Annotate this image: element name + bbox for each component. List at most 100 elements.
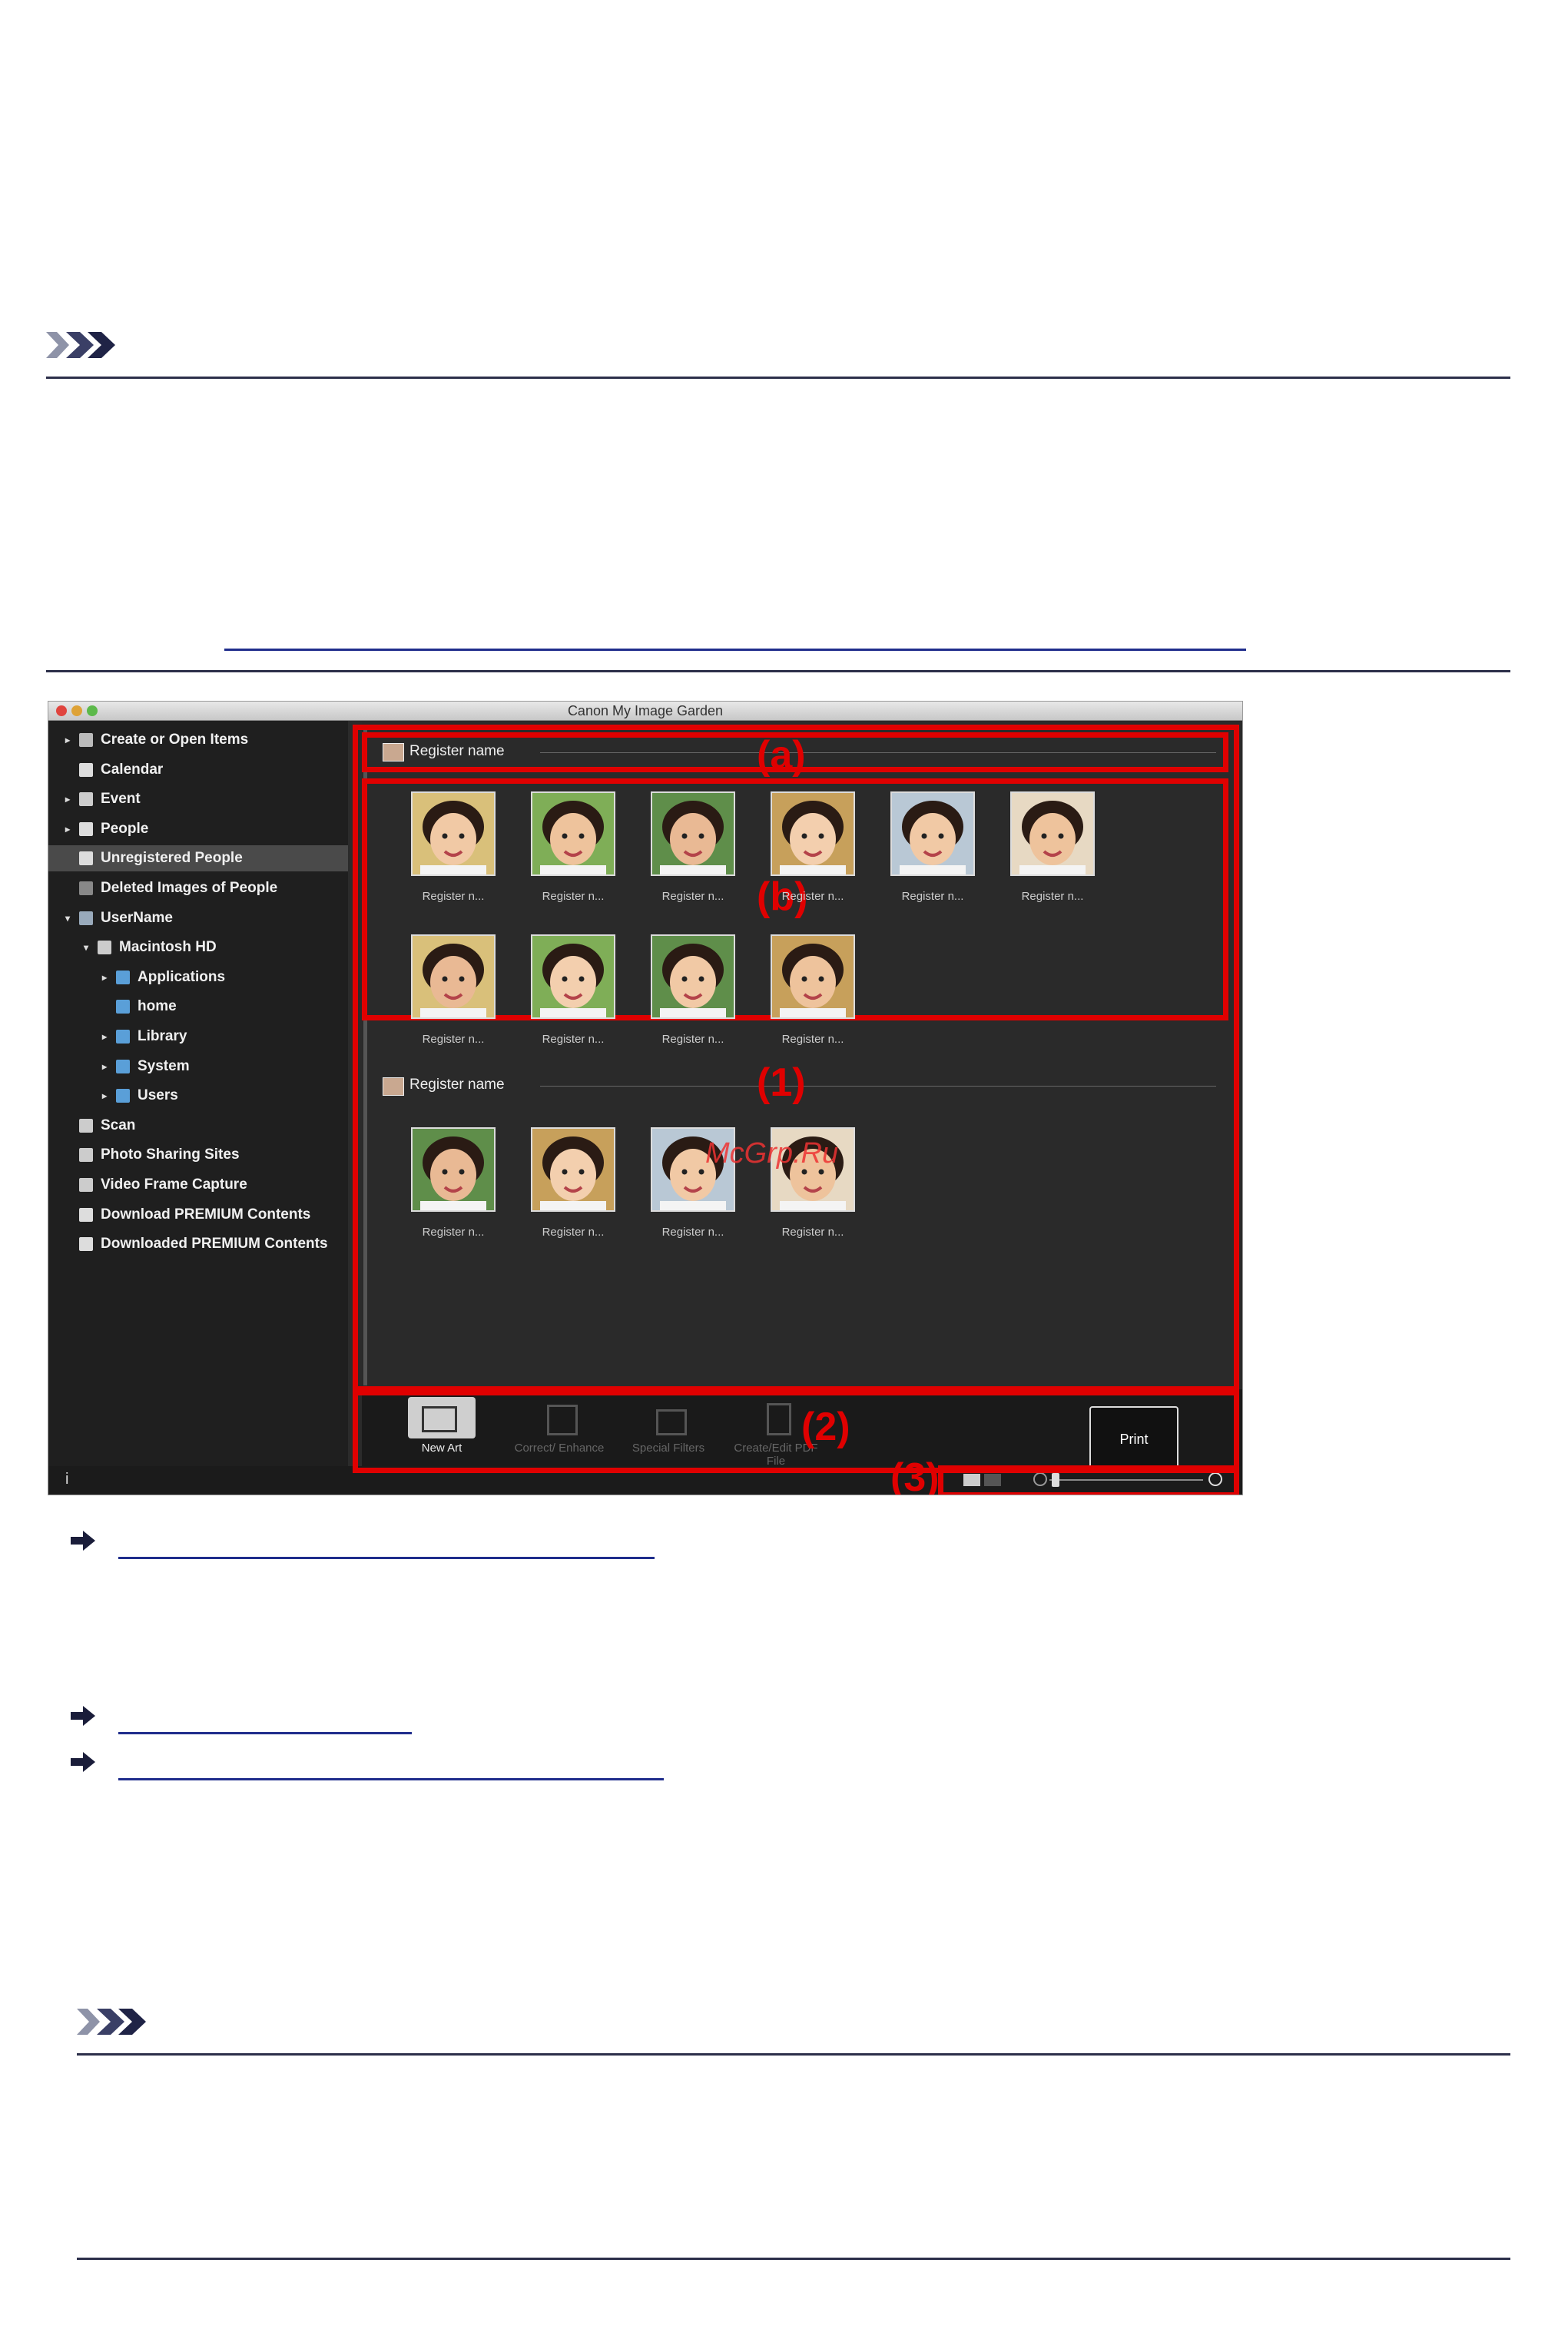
register-name-field[interactable]: Register n... — [883, 890, 983, 903]
register-name-field[interactable]: Register n... — [523, 1226, 623, 1239]
face-thumbnail[interactable] — [531, 791, 615, 876]
sidebar-item[interactable]: Photo Sharing Sites — [48, 1142, 348, 1168]
sidebar-item[interactable]: Scan — [48, 1113, 348, 1139]
sidebar-item[interactable]: Video Frame Capture — [48, 1172, 348, 1198]
expander-icon[interactable]: ▸ — [62, 727, 73, 753]
scan-icon — [79, 1118, 93, 1133]
callout-label-1: (1) — [757, 1060, 806, 1105]
register-name-field[interactable]: Register n... — [763, 890, 863, 903]
expander-icon[interactable]: ▸ — [99, 1083, 110, 1109]
folder-icon — [116, 970, 130, 984]
info-icon[interactable]: i — [65, 1471, 68, 1488]
expander-icon[interactable]: ▸ — [99, 964, 110, 990]
face-thumbnail[interactable] — [651, 934, 735, 1019]
sidebar-item[interactable]: Download PREMIUM Contents — [48, 1202, 348, 1228]
face-thumbnail[interactable] — [651, 791, 735, 876]
face-photo — [652, 936, 734, 1017]
sidebar-item-label: System — [138, 1057, 190, 1074]
sidebar-item[interactable]: ▸ Applications — [48, 964, 348, 990]
unregistered-people-icon — [79, 851, 93, 866]
face-thumbnail[interactable] — [890, 791, 975, 876]
computer-icon — [79, 911, 93, 925]
expander-icon[interactable]: ▸ — [99, 1054, 110, 1080]
register-name-field[interactable]: Register n... — [403, 890, 503, 903]
face-photo — [772, 936, 854, 1017]
sidebar-item[interactable]: ▸ System — [48, 1054, 348, 1080]
sidebar-item-label: Scan — [101, 1117, 136, 1133]
note-icon — [77, 2009, 146, 2035]
face-thumbnail[interactable] — [1010, 791, 1095, 876]
sidebar-item[interactable]: ▸ Create or Open Items — [48, 727, 348, 753]
note-link-underline[interactable] — [224, 649, 1246, 651]
download-icon — [79, 1207, 93, 1222]
register-name-field[interactable]: Register n... — [523, 1033, 623, 1046]
expander-icon[interactable]: ▸ — [62, 786, 73, 812]
event-icon — [79, 792, 93, 807]
link-underline-3[interactable] — [118, 1778, 664, 1780]
callout-box-3 — [938, 1465, 1239, 1495]
register-name-field[interactable]: Register n... — [523, 890, 623, 903]
sidebar-item[interactable]: Downloaded PREMIUM Contents — [48, 1231, 348, 1257]
sidebar-item-label: Downloaded PREMIUM Contents — [101, 1236, 328, 1253]
register-name-field[interactable]: Register n... — [763, 1226, 863, 1239]
expander-icon[interactable]: ▸ — [62, 816, 73, 842]
register-name-field[interactable]: Register n... — [643, 1226, 743, 1239]
create-icon — [79, 733, 93, 747]
register-name-field[interactable]: Register n... — [643, 1033, 743, 1046]
sidebar-item-label: home — [138, 998, 177, 1015]
home-icon — [116, 1000, 130, 1014]
right-arrow-icon — [71, 1752, 95, 1772]
face-photo — [532, 1129, 614, 1210]
note-bottom-rule — [46, 670, 1510, 672]
sidebar-item[interactable]: home — [48, 994, 348, 1020]
register-name-field[interactable]: Register n... — [403, 1033, 503, 1046]
note-top-rule — [46, 377, 1510, 379]
sidebar-item[interactable]: Calendar — [48, 757, 348, 783]
sidebar-item-label: Deleted Images of People — [101, 880, 278, 896]
register-name-field[interactable]: Register n... — [403, 1226, 503, 1239]
people-icon — [79, 821, 93, 836]
face-thumbnail[interactable] — [531, 934, 615, 1019]
face-thumbnail[interactable] — [411, 791, 496, 876]
face-thumbnail[interactable] — [411, 934, 496, 1019]
window-title: Canon My Image Garden — [567, 703, 724, 718]
face-photo — [652, 793, 734, 874]
face-thumbnail[interactable] — [771, 791, 855, 876]
sidebar-item-label: Library — [138, 1028, 187, 1044]
folder-icon — [116, 1059, 130, 1073]
face-thumbnail[interactable] — [411, 1127, 496, 1212]
register-name-field[interactable]: Register n... — [1003, 890, 1102, 903]
sidebar-item-label: Applications — [138, 968, 226, 985]
sidebar-item[interactable]: ▸ Users — [48, 1083, 348, 1109]
sidebar-item-label: Photo Sharing Sites — [101, 1146, 240, 1163]
callout-box-2 — [353, 1390, 1239, 1473]
sidebar-item[interactable]: ▾ Macintosh HD — [48, 934, 348, 961]
sidebar-item-label: Macintosh HD — [119, 939, 217, 956]
face-photo — [772, 793, 854, 874]
sidebar-item[interactable]: ▾ UserName — [48, 905, 348, 931]
face-photo — [413, 936, 494, 1017]
face-photo — [532, 793, 614, 874]
sidebar-item-label: Video Frame Capture — [101, 1176, 247, 1193]
callout-label-3: (3) — [890, 1455, 940, 1495]
expander-icon[interactable]: ▾ — [62, 905, 73, 931]
expander-icon[interactable]: ▾ — [81, 934, 91, 961]
watermark: McGrp.Ru — [705, 1137, 839, 1170]
face-thumbnail[interactable] — [531, 1127, 615, 1212]
register-name-field[interactable]: Register n... — [643, 890, 743, 903]
sidebar-item[interactable]: Deleted Images of People — [48, 875, 348, 901]
expander-icon[interactable]: ▸ — [99, 1024, 110, 1050]
sidebar-item[interactable]: ▸ Event — [48, 786, 348, 812]
sidebar-item[interactable]: ▸ People — [48, 816, 348, 842]
link-underline-1[interactable] — [118, 1557, 655, 1559]
sidebar-item-label: Create or Open Items — [101, 732, 249, 748]
face-photo — [413, 793, 494, 874]
register-name-field[interactable]: Register n... — [763, 1033, 863, 1046]
sidebar-item[interactable]: ▸ Library — [48, 1024, 348, 1050]
folder-icon — [116, 1030, 130, 1044]
face-thumbnail[interactable] — [771, 934, 855, 1019]
link-underline-2[interactable] — [118, 1732, 412, 1734]
sidebar-item-label: Unregistered People — [101, 850, 243, 867]
sidebar-item[interactable]: Unregistered People — [48, 845, 348, 872]
face-photo — [532, 936, 614, 1017]
